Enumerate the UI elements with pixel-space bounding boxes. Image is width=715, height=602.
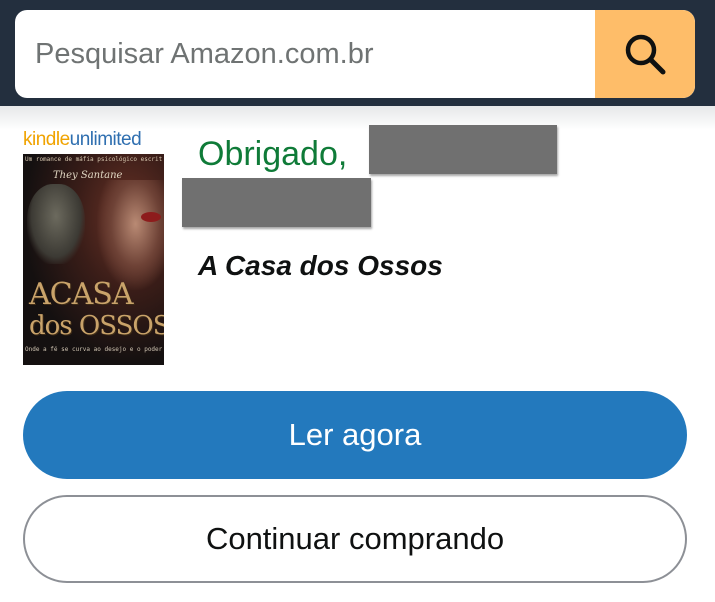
skull-illustration xyxy=(27,184,85,264)
search-input[interactable] xyxy=(15,10,595,98)
book-title: A Casa dos Ossos xyxy=(198,250,443,281)
cover-subtitle: Um romance de máfia psicológico escrito … xyxy=(25,156,162,163)
book-cover[interactable]: kindleunlimited Um romance de máfia psic… xyxy=(23,128,164,365)
search-icon xyxy=(625,34,666,75)
cover-title: ACASA dos OSSOS xyxy=(29,277,164,342)
header-shadow xyxy=(0,106,715,130)
read-now-button[interactable]: Ler agora xyxy=(23,391,687,479)
cover-tagline: Onde a fé se curva ao desejo e o poder r… xyxy=(25,346,162,353)
cover-author: They Santane xyxy=(53,170,123,181)
redacted-name-block xyxy=(369,125,557,174)
thank-you-text: Obrigado, xyxy=(198,135,348,173)
top-header xyxy=(0,0,715,106)
continue-shopping-button[interactable]: Continuar comprando xyxy=(23,495,687,583)
face-illustration xyxy=(97,180,164,290)
search-bar xyxy=(15,10,695,98)
redacted-name-block xyxy=(182,178,371,227)
cover-image: Um romance de máfia psicológico escrito … xyxy=(23,154,164,365)
search-button[interactable] xyxy=(595,10,695,98)
lips-illustration xyxy=(141,212,161,222)
kindle-unlimited-logo: kindleunlimited xyxy=(23,129,142,150)
